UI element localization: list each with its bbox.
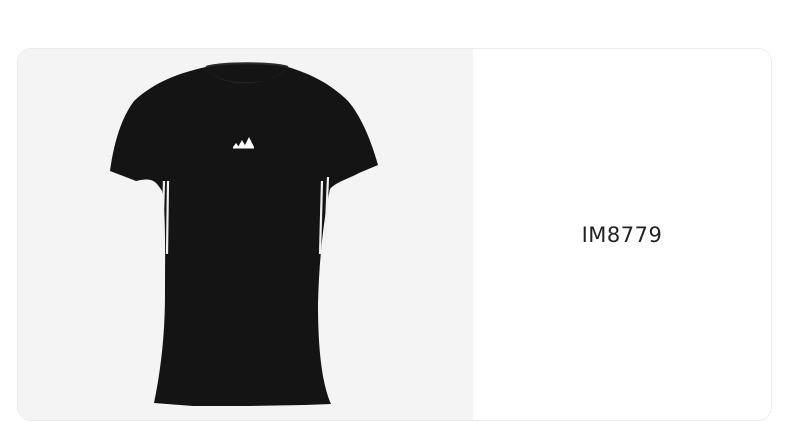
product-card[interactable]: IM8779 xyxy=(17,48,772,421)
product-image[interactable] xyxy=(18,49,473,420)
product-info: IM8779 xyxy=(473,49,771,420)
tshirt-image xyxy=(110,62,378,406)
product-sku: IM8779 xyxy=(581,222,663,247)
tshirt-body xyxy=(110,63,378,406)
